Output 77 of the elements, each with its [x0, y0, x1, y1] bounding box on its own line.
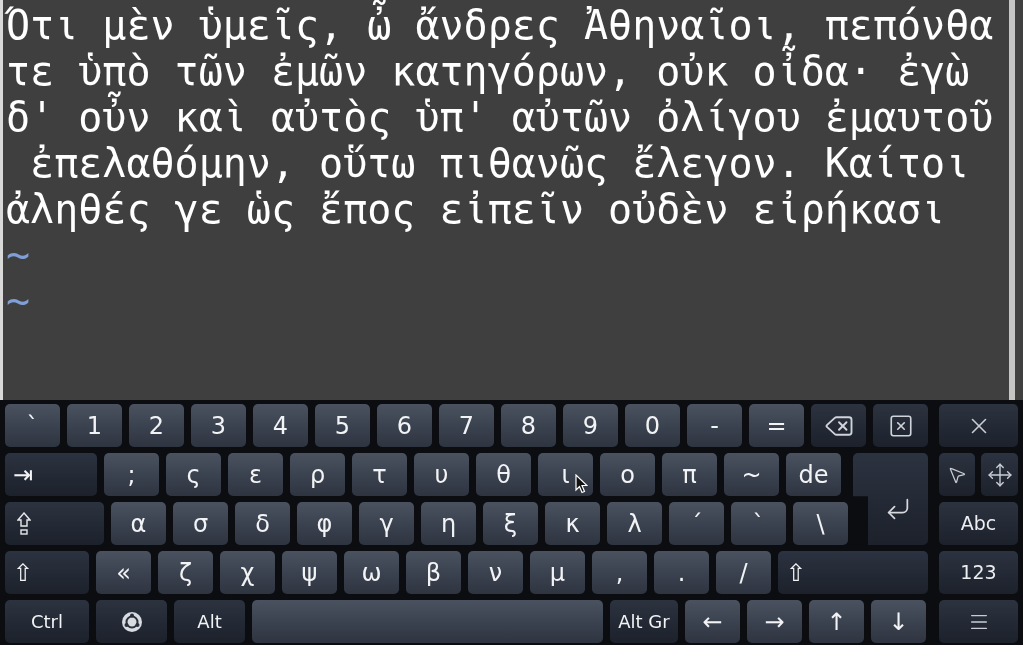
move-icon [986, 461, 1013, 488]
logo-key[interactable] [96, 600, 167, 643]
pointer-button[interactable] [939, 453, 975, 496]
backspace-key[interactable] [811, 404, 866, 447]
key[interactable]: ω [344, 551, 399, 594]
key[interactable]: ζ [158, 551, 213, 594]
key[interactable]: φ [297, 502, 352, 545]
key[interactable]: = [749, 404, 804, 447]
key[interactable]: \ [793, 502, 848, 545]
alt-key[interactable]: Alt [174, 600, 245, 643]
delete-icon [887, 412, 914, 439]
text-line: ἀληθές γε ὡς ἔπος εἰπεῖν οὐδὲν εἰρήκασι [6, 186, 946, 232]
key[interactable]: υ [414, 453, 469, 496]
hide-keyboard-button[interactable] [939, 404, 1018, 447]
key[interactable]: . [654, 551, 709, 594]
key[interactable]: ~ [724, 453, 779, 496]
key[interactable]: ↑ [809, 600, 864, 643]
key[interactable]: δ [235, 502, 290, 545]
key[interactable]: 3 [191, 404, 246, 447]
key[interactable]: 8 [501, 404, 556, 447]
key[interactable]: ← [685, 600, 740, 643]
key[interactable]: → [747, 600, 802, 643]
move-button[interactable] [981, 453, 1018, 496]
key[interactable]: ` [731, 502, 786, 545]
key[interactable]: ν [468, 551, 523, 594]
key[interactable]: ι [538, 453, 593, 496]
key[interactable]: - [687, 404, 742, 447]
key[interactable]: λ [607, 502, 662, 545]
key[interactable]: η [421, 502, 476, 545]
key[interactable]: 9 [563, 404, 618, 447]
key[interactable]: 7 [439, 404, 494, 447]
key[interactable]: « [96, 551, 151, 594]
mouse-cursor-icon [575, 474, 588, 494]
shift-key[interactable]: ⇧ [5, 551, 89, 594]
key[interactable]: γ [359, 502, 414, 545]
tab-key[interactable]: ⇥ [5, 453, 97, 496]
caps-lock-icon [17, 511, 31, 536]
delete-key[interactable] [873, 404, 928, 447]
shift-key[interactable]: ⇧ [778, 551, 928, 594]
layout-mode-button[interactable]: 123 [939, 551, 1018, 594]
key[interactable]: de [786, 453, 841, 496]
key[interactable]: ο [600, 453, 655, 496]
key[interactable]: ↓ [871, 600, 926, 643]
key[interactable]: ξ [483, 502, 538, 545]
key[interactable]: 5 [315, 404, 370, 447]
text-line: ἐπελαθόμην, οὕτω πιθανῶς ἔλεγον. Καίτοι [29, 140, 970, 186]
empty-line-marker: ~ [6, 232, 31, 278]
key[interactable]: / [716, 551, 771, 594]
key[interactable]: ς [166, 453, 221, 496]
key[interactable]: θ [476, 453, 531, 496]
alt-gr-key[interactable]: Alt Gr [610, 600, 678, 643]
key[interactable]: χ [220, 551, 275, 594]
key[interactable]: ´ [669, 502, 724, 545]
key[interactable]: κ [545, 502, 600, 545]
key[interactable]: ; [104, 453, 159, 496]
key[interactable]: 6 [377, 404, 432, 447]
key[interactable]: σ [173, 502, 228, 545]
key[interactable]: 0 [625, 404, 680, 447]
key[interactable]: μ [530, 551, 585, 594]
key[interactable]: τ [352, 453, 407, 496]
ctrl-key[interactable]: Ctrl [5, 600, 89, 643]
key[interactable]: β [406, 551, 461, 594]
caps-lock-key[interactable] [5, 502, 104, 545]
scrollbar[interactable] [1009, 0, 1015, 400]
key[interactable]: 2 [129, 404, 184, 447]
layout-mode-button[interactable]: Abc [939, 502, 1018, 545]
key[interactable]: 4 [253, 404, 308, 447]
key[interactable]: ` [5, 404, 60, 447]
key[interactable]: ρ [290, 453, 345, 496]
key[interactable]: 1 [67, 404, 122, 447]
key[interactable]: ψ [282, 551, 337, 594]
key[interactable]: ε [228, 453, 283, 496]
key[interactable]: α [111, 502, 166, 545]
logo-icon [120, 610, 143, 633]
key[interactable]: , [592, 551, 647, 594]
key[interactable]: π [662, 453, 717, 496]
empty-line-marker: ~ [6, 278, 31, 324]
